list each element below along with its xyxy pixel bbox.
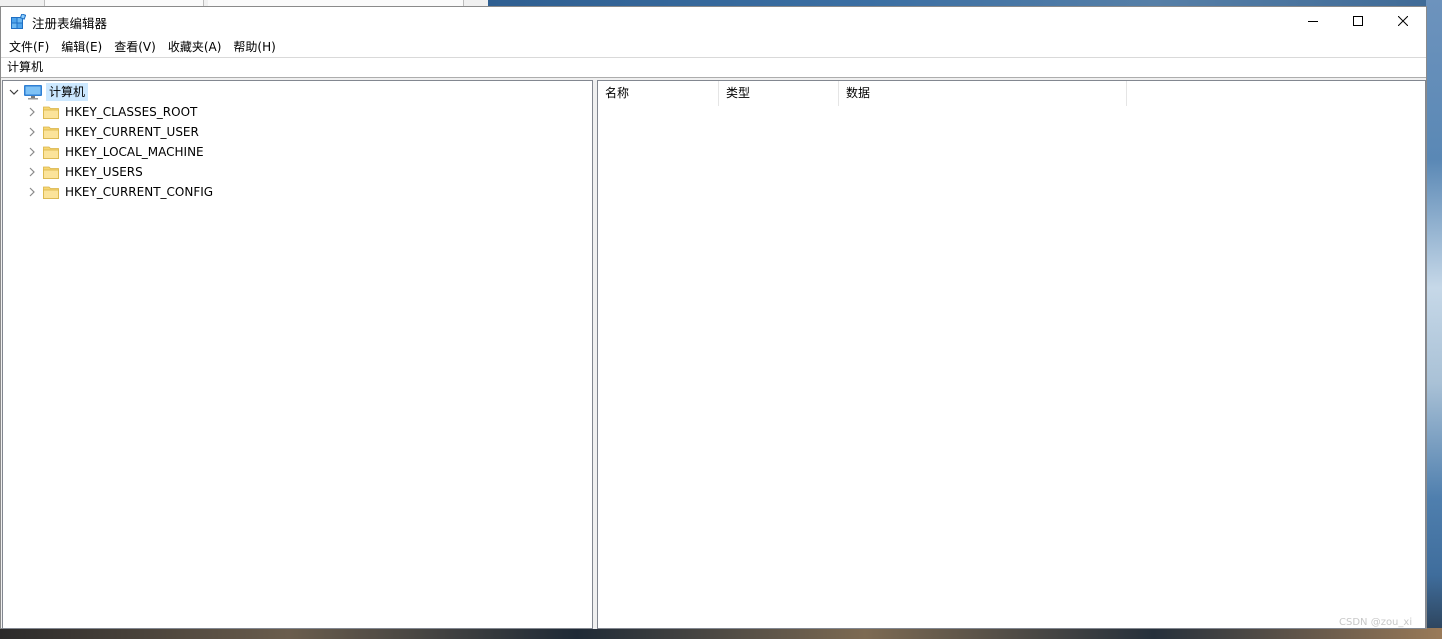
minimize-button[interactable] xyxy=(1290,7,1336,35)
folder-icon xyxy=(43,106,59,119)
registry-editor-window: 注册表编辑器 文件(F) 编辑(E) 查看(V) 收藏夹(A) 帮助(H) 计算… xyxy=(0,6,1427,629)
list-header: 名称 类型 数据 xyxy=(598,81,1425,106)
tree-item-hkcu[interactable]: HKEY_CURRENT_USER xyxy=(25,122,201,142)
expand-down-chevron-icon[interactable] xyxy=(7,82,21,102)
menu-favorites[interactable]: 收藏夹(A) xyxy=(162,36,228,57)
expand-right-chevron-icon[interactable] xyxy=(25,162,39,182)
column-header-name[interactable]: 名称 xyxy=(598,81,719,106)
expand-right-chevron-icon[interactable] xyxy=(25,182,39,202)
tree-root-computer[interactable]: 计算机 xyxy=(7,82,89,102)
window-title: 注册表编辑器 xyxy=(32,16,108,31)
menu-view[interactable]: 查看(V) xyxy=(108,36,162,57)
expand-right-chevron-icon[interactable] xyxy=(25,142,39,162)
close-icon xyxy=(1398,16,1408,26)
tree-item-hku[interactable]: HKEY_USERS xyxy=(25,162,145,182)
tree-item-label: HKEY_CLASSES_ROOT xyxy=(65,105,198,119)
value-list-pane[interactable]: 名称 类型 数据 xyxy=(597,80,1426,629)
tree-item-label: HKEY_USERS xyxy=(65,165,143,179)
watermark: CSDN @zou_xi xyxy=(1339,617,1413,628)
tree-item-hkcc[interactable]: HKEY_CURRENT_CONFIG xyxy=(25,182,215,202)
tree-item-label: HKEY_CURRENT_USER xyxy=(65,125,199,139)
regedit-icon xyxy=(11,14,26,29)
folder-icon xyxy=(43,146,59,159)
tree-item-hkcr[interactable]: HKEY_CLASSES_ROOT xyxy=(25,102,199,122)
maximize-icon xyxy=(1353,16,1363,26)
menu-bar: 文件(F) 编辑(E) 查看(V) 收藏夹(A) 帮助(H) xyxy=(1,35,1426,57)
computer-icon xyxy=(24,85,42,100)
tree-item-hklm[interactable]: HKEY_LOCAL_MACHINE xyxy=(25,142,206,162)
title-bar[interactable]: 注册表编辑器 xyxy=(1,7,1426,35)
close-button[interactable] xyxy=(1380,7,1426,35)
tree-item-label: HKEY_LOCAL_MACHINE xyxy=(65,145,204,159)
menu-file[interactable]: 文件(F) xyxy=(3,36,55,57)
maximize-button[interactable] xyxy=(1335,7,1381,35)
tree-item-label: HKEY_CURRENT_CONFIG xyxy=(65,185,214,199)
expand-right-chevron-icon[interactable] xyxy=(25,102,39,122)
key-tree-pane[interactable]: 计算机 HKEY_CLASSES_ROOT HKEY_CURRENT_USER xyxy=(2,80,593,629)
menu-help[interactable]: 帮助(H) xyxy=(227,36,281,57)
desktop-wallpaper-right xyxy=(1426,0,1442,639)
column-header-data[interactable]: 数据 xyxy=(839,81,1127,106)
desktop-wallpaper-bottom xyxy=(0,628,1442,639)
folder-icon xyxy=(43,126,59,139)
menu-edit[interactable]: 编辑(E) xyxy=(55,36,108,57)
expand-right-chevron-icon[interactable] xyxy=(25,122,39,142)
address-bar[interactable]: 计算机 xyxy=(1,57,1426,78)
tree-root-label: 计算机 xyxy=(46,83,89,101)
folder-icon xyxy=(43,166,59,179)
column-header-type[interactable]: 类型 xyxy=(719,81,839,106)
minimize-icon xyxy=(1308,21,1318,22)
folder-icon xyxy=(43,186,59,199)
